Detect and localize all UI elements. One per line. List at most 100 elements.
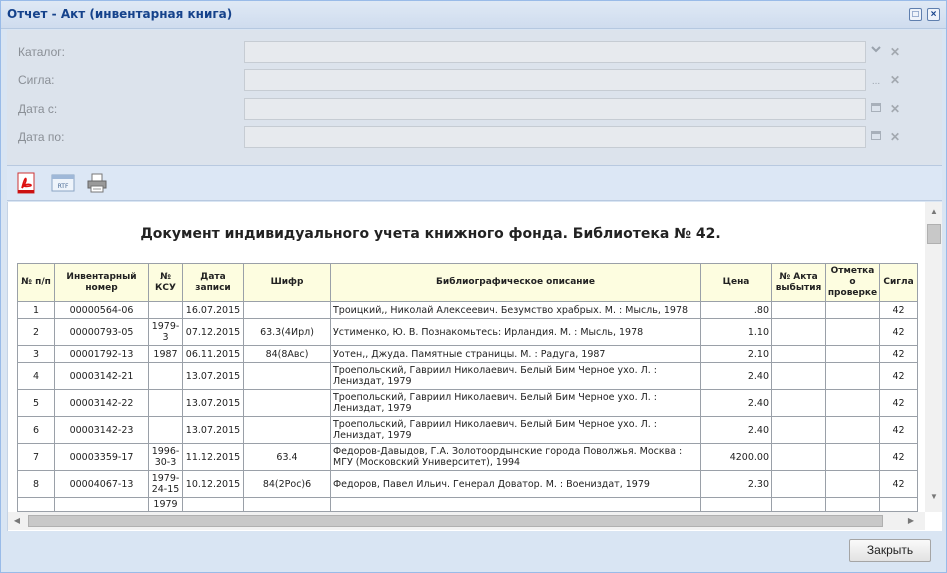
cell-act-number [771,389,826,417]
cell-sigla: 42 [879,443,918,471]
cell-check-mark [825,389,880,417]
close-icon[interactable]: × [927,8,940,21]
sigla-clear-icon[interactable]: ✕ [887,69,903,91]
cell-ksu: 1987 [148,345,183,363]
scroll-right-icon[interactable]: ▶ [904,516,918,525]
cell-inventory-number: 00000564-06 [54,301,149,319]
scroll-down-icon[interactable]: ▼ [925,492,942,501]
date-to-clear-icon[interactable]: ✕ [887,126,903,148]
table-row: 1979 [17,497,918,512]
cell-record-date: 13.07.2015 [182,416,244,444]
col-header-ksu: № КСУ [148,263,183,302]
cell-price [700,497,772,512]
cell-act-number [771,470,826,498]
cell-bib-description: Троепольский, Гавриил Николаевич. Белый … [330,389,701,417]
cell-ksu: 1996-30-3 [148,443,183,471]
sigla-label: Сигла: [18,73,55,87]
cell-row-num [17,497,55,512]
table-row: 2 00000793-05 1979-3 07.12.2015 63.3(4Ирл) Ус… [17,318,918,346]
ellipsis-icon[interactable]: ... [867,69,885,91]
cell-row-num: 4 [17,362,55,390]
cell-price: 2.40 [700,362,772,390]
cell-price: 1.10 [700,318,772,346]
cell-act-number [771,443,826,471]
sigla-field[interactable] [244,69,866,91]
col-header-num: № п/п [17,263,55,302]
cell-inventory-number: 00003359-17 [54,443,149,471]
vertical-scroll-thumb[interactable] [927,224,941,244]
table-row: 5 00003142-22 13.07.2015 Троепольский, Гавр… [17,389,918,417]
horizontal-scroll-thumb[interactable] [28,515,883,527]
cell-bib-description [330,497,701,512]
date-to-field[interactable] [244,126,866,148]
table-row: 8 00004067-13 1979-24-15 10.12.2015 84(2Рос)… [17,470,918,498]
table-header-row: № п/п Инвентарный номер № КСУ Дата запис… [17,263,918,302]
horizontal-scrollbar[interactable]: ◀ ▶ [8,512,925,530]
cell-cipher: 84(2Рос)6 [243,470,331,498]
cell-act-number [771,318,826,346]
cell-cipher [243,497,331,512]
close-button[interactable]: Закрыть [849,539,931,562]
cell-ksu [148,389,183,417]
calendar-icon[interactable] [867,126,885,148]
catalog-clear-icon[interactable]: ✕ [887,41,903,63]
print-icon[interactable] [86,172,108,194]
date-from-clear-icon[interactable]: ✕ [887,98,903,120]
cell-ksu [148,416,183,444]
vertical-scrollbar[interactable]: ▲ ▼ [925,202,942,512]
cell-check-mark [825,362,880,390]
cell-record-date: 13.07.2015 [182,389,244,417]
cell-bib-description: Уотен,, Джуда. Памятные страницы. М. : Р… [330,345,701,363]
cell-inventory-number [54,497,149,512]
date-to-label: Дата по: [18,130,65,144]
window-title: Отчет - Акт (инвентарная книга) [7,7,233,21]
rtf-icon-label: RTF [58,183,69,190]
cell-sigla: 42 [879,362,918,390]
inventory-table: № п/п Инвентарный номер № КСУ Дата запис… [17,263,918,512]
cell-cipher [243,362,331,390]
export-toolbar: RTF [7,165,942,201]
cell-inventory-number: 00003142-22 [54,389,149,417]
report-title: Документ индивидуального учета книжного … [140,226,721,242]
report-viewer[interactable]: Документ индивидуального учета книжного … [7,202,942,531]
cell-sigla: 42 [879,301,918,319]
scroll-up-icon[interactable]: ▲ [925,207,942,216]
chevron-down-icon[interactable] [867,41,885,63]
cell-price: .80 [700,301,772,319]
report-window: Отчет - Акт (инвентарная книга) □ × Ката… [0,0,947,573]
col-header-date: Дата записи [182,263,244,302]
calendar-icon[interactable] [867,98,885,120]
cell-row-num: 7 [17,443,55,471]
date-from-label: Дата с: [18,102,58,116]
scroll-left-icon[interactable]: ◀ [10,516,24,525]
cell-row-num: 5 [17,389,55,417]
cell-cipher: 63.4 [243,443,331,471]
cell-check-mark [825,416,880,444]
cell-inventory-number: 00004067-13 [54,470,149,498]
rtf-icon[interactable]: RTF [51,172,75,194]
cell-ksu [148,362,183,390]
cell-sigla: 42 [879,416,918,444]
cell-record-date: 16.07.2015 [182,301,244,319]
cell-check-mark [825,318,880,346]
cell-bib-description: Троепольский, Гавриил Николаевич. Белый … [330,416,701,444]
cell-check-mark [825,345,880,363]
cell-price: 2.40 [700,416,772,444]
cell-inventory-number: 00003142-23 [54,416,149,444]
cell-row-num: 6 [17,416,55,444]
cell-record-date: 06.11.2015 [182,345,244,363]
catalog-label: Каталог: [18,45,65,59]
maximize-icon[interactable]: □ [909,8,922,21]
table-row: 1 00000564-06 16.07.2015 Троицкий,, Николай… [17,301,918,319]
cell-sigla: 42 [879,389,918,417]
catalog-field[interactable] [244,41,866,63]
cell-ksu: 1979-3 [148,318,183,346]
cell-row-num: 3 [17,345,55,363]
cell-price: 2.10 [700,345,772,363]
cell-ksu: 1979-24-15 [148,470,183,498]
pdf-icon[interactable] [16,172,38,194]
bottom-bar: Закрыть [7,532,942,572]
col-header-description: Библиографическое описание [330,263,701,302]
window-titlebar[interactable]: Отчет - Акт (инвентарная книга) □ × [1,1,946,29]
date-from-field[interactable] [244,98,866,120]
